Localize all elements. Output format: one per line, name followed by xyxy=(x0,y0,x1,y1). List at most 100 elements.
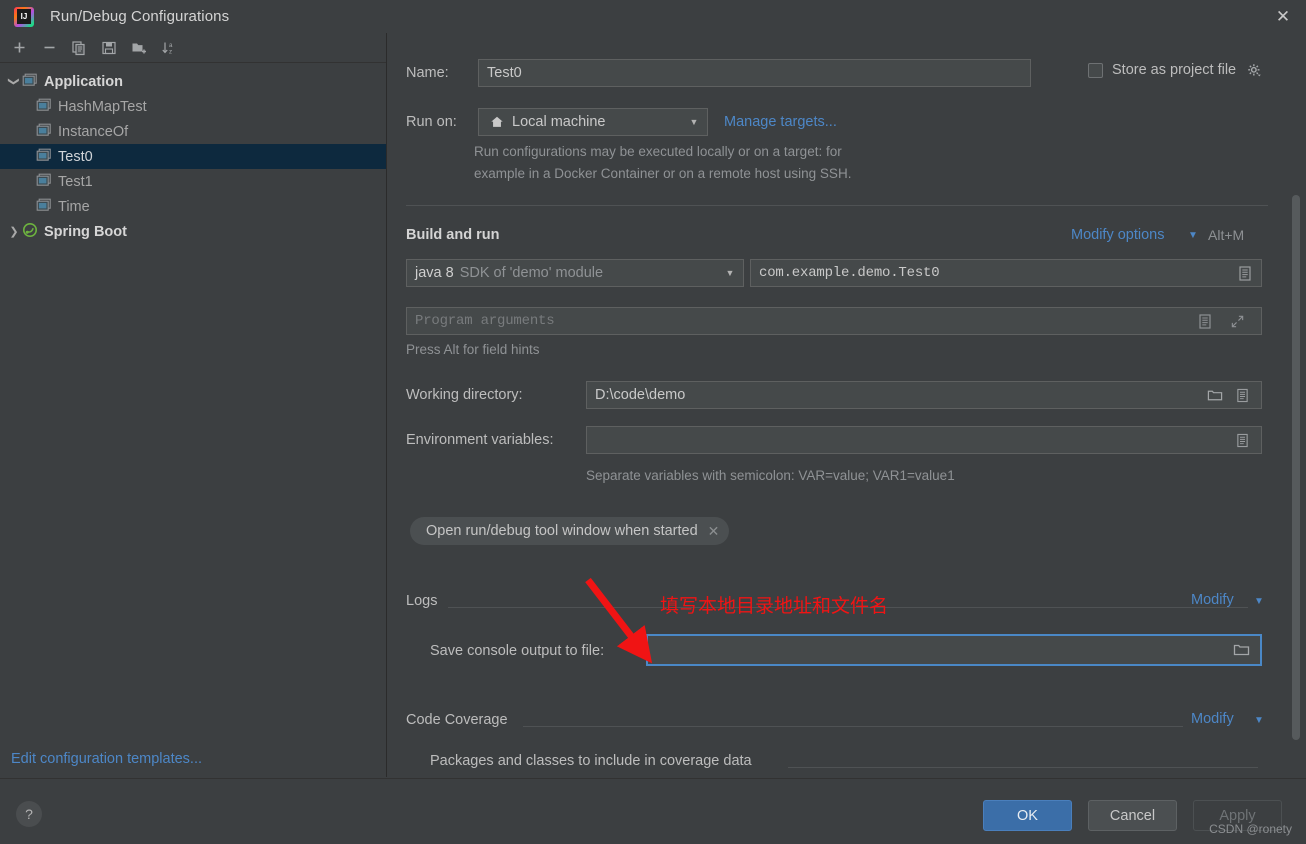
browse-arguments-icon[interactable] xyxy=(1195,311,1215,331)
store-as-project-file-label: Store as project file xyxy=(1112,62,1237,78)
tree-item-time[interactable]: Time xyxy=(0,194,386,219)
field-hints-text: Press Alt for field hints xyxy=(406,342,540,357)
run-on-row: Run on: Local machine ▼ Manage targets..… xyxy=(406,108,837,136)
svg-text:z: z xyxy=(169,48,172,55)
home-icon xyxy=(487,112,507,132)
program-arguments-placeholder: Program arguments xyxy=(415,313,555,329)
close-icon[interactable]: ✕ xyxy=(1260,0,1306,33)
application-icon xyxy=(36,98,54,116)
code-coverage-modify-chevron-icon[interactable]: ▼ xyxy=(1254,715,1264,726)
sidebar-toolbar: a z xyxy=(0,33,386,63)
configurations-tree: ❯ Application HashMapTest InstanceOf Test0 Te… xyxy=(0,63,386,244)
jdk-select[interactable]: java 8 SDK of 'demo' module ▼ xyxy=(406,259,744,287)
chevron-down-icon: ▼ xyxy=(725,268,735,278)
logs-section-title: Logs xyxy=(406,593,438,609)
dialog-footer: ? OK Cancel Apply xyxy=(0,778,1306,844)
run-on-description-line1: Run configurations may be executed local… xyxy=(474,144,842,159)
help-icon[interactable]: ? xyxy=(16,801,42,827)
copy-configuration-button[interactable] xyxy=(64,34,94,62)
tree-item-test0[interactable]: Test0 xyxy=(0,144,386,169)
main-class-input[interactable]: com.example.demo.Test0 xyxy=(750,259,1262,287)
logs-modify-chevron-icon[interactable]: ▼ xyxy=(1254,596,1264,607)
application-icon xyxy=(36,198,54,216)
sort-alphabetical-button[interactable]: a z xyxy=(154,34,184,62)
application-icon xyxy=(36,148,54,166)
environment-variables-label: Environment variables: xyxy=(406,432,554,448)
run-on-target-value: Local machine xyxy=(512,114,606,130)
window-title: Run/Debug Configurations xyxy=(50,8,230,25)
name-field-row: Name: Test0 xyxy=(406,59,1031,87)
code-coverage-section-title: Code Coverage xyxy=(406,712,508,728)
expand-arguments-icon[interactable] xyxy=(1227,311,1247,331)
folder-icon[interactable] xyxy=(1231,640,1251,660)
working-directory-value: D:\code\demo xyxy=(595,387,686,403)
save-configuration-button[interactable] xyxy=(94,34,124,62)
tree-item-test1[interactable]: Test1 xyxy=(0,169,386,194)
tree-item-label: Spring Boot xyxy=(44,223,127,240)
tree-item-label: InstanceOf xyxy=(58,123,129,140)
folder-icon[interactable] xyxy=(1205,385,1225,405)
program-arguments-input[interactable]: Program arguments xyxy=(406,307,1262,335)
jdk-value-bold: java 8 xyxy=(415,265,454,281)
code-coverage-modify-link[interactable]: Modify xyxy=(1191,711,1234,727)
build-and-run-title: Build and run xyxy=(406,227,500,243)
add-configuration-button[interactable] xyxy=(4,34,34,62)
gear-icon[interactable] xyxy=(1244,60,1264,80)
edit-configuration-templates-link[interactable]: Edit configuration templates... xyxy=(11,751,202,767)
environment-variables-input[interactable] xyxy=(586,426,1262,454)
browse-directory-icon[interactable] xyxy=(1232,385,1252,405)
environment-variables-row: Environment variables: xyxy=(406,426,1262,454)
modify-options-shortcut: Alt+M xyxy=(1208,227,1245,243)
run-debug-configurations-dialog: Run/Debug Configurations ✕ xyxy=(0,0,1306,844)
logs-divider xyxy=(448,607,1248,608)
application-icon xyxy=(36,173,54,191)
apply-button: Apply xyxy=(1193,800,1282,831)
chevron-right-icon[interactable]: ❯ xyxy=(6,225,22,238)
working-directory-row: Working directory: D:\code\demo xyxy=(406,381,1262,409)
open-tool-window-chip[interactable]: Open run/debug tool window when started … xyxy=(410,517,730,545)
jdk-value-rest: SDK of 'demo' module xyxy=(459,265,604,281)
new-folder-button[interactable] xyxy=(124,34,154,62)
remove-configuration-button[interactable] xyxy=(34,34,64,62)
save-console-output-label: Save console output to file: xyxy=(430,643,605,659)
store-as-project-file-row: Store as project file xyxy=(1088,60,1264,80)
chevron-down-icon[interactable]: ❯ xyxy=(8,74,21,90)
code-coverage-divider xyxy=(523,726,1183,727)
tree-item-instanceof[interactable]: InstanceOf xyxy=(0,119,386,144)
cancel-button[interactable]: Cancel xyxy=(1088,800,1177,831)
save-console-output-input[interactable] xyxy=(646,634,1262,666)
configuration-form-panel: Name: Test0 Store as project file Run on… xyxy=(388,33,1306,777)
main-class-value: com.example.demo.Test0 xyxy=(759,265,940,281)
browse-class-icon[interactable] xyxy=(1235,263,1255,283)
working-directory-label: Working directory: xyxy=(406,387,523,403)
modify-options-chevron-icon[interactable]: ▼ xyxy=(1188,230,1198,241)
tree-item-spring-boot[interactable]: ❯ Spring Boot xyxy=(0,219,386,244)
intellij-idea-logo-icon xyxy=(14,6,34,27)
logs-modify-link[interactable]: Modify xyxy=(1191,592,1234,608)
working-directory-input[interactable]: D:\code\demo xyxy=(586,381,1262,409)
close-icon[interactable]: ✕ xyxy=(708,523,720,540)
modify-options-link[interactable]: Modify options xyxy=(1071,227,1165,243)
tree-item-application[interactable]: ❯ Application xyxy=(0,69,386,94)
tree-item-label: Application xyxy=(44,73,123,90)
section-divider xyxy=(406,205,1268,206)
spring-boot-icon xyxy=(22,222,40,242)
ok-button[interactable]: OK xyxy=(983,800,1072,831)
environment-variables-hint: Separate variables with semicolon: VAR=v… xyxy=(586,468,955,483)
configurations-sidebar: a z ❯ Application HashMapTest InstanceOf Tes… xyxy=(0,33,387,777)
run-on-target-select[interactable]: Local machine ▼ xyxy=(478,108,708,136)
manage-targets-link[interactable]: Manage targets... xyxy=(724,114,837,130)
tree-item-label: HashMapTest xyxy=(58,98,147,115)
name-label: Name: xyxy=(406,65,449,81)
edit-env-vars-icon[interactable] xyxy=(1232,430,1252,450)
name-input[interactable]: Test0 xyxy=(478,59,1031,87)
vertical-scrollbar[interactable] xyxy=(1292,195,1300,740)
coverage-packages-divider xyxy=(788,767,1258,768)
tree-item-label: Time xyxy=(58,198,90,215)
store-as-project-file-checkbox[interactable] xyxy=(1088,62,1103,78)
tree-item-label: Test0 xyxy=(58,148,93,165)
open-tool-window-chip-label: Open run/debug tool window when started xyxy=(426,523,698,539)
tree-item-label: Test1 xyxy=(58,173,93,190)
tree-item-hashmaptest[interactable]: HashMapTest xyxy=(0,94,386,119)
title-bar: Run/Debug Configurations ✕ xyxy=(0,0,1306,33)
